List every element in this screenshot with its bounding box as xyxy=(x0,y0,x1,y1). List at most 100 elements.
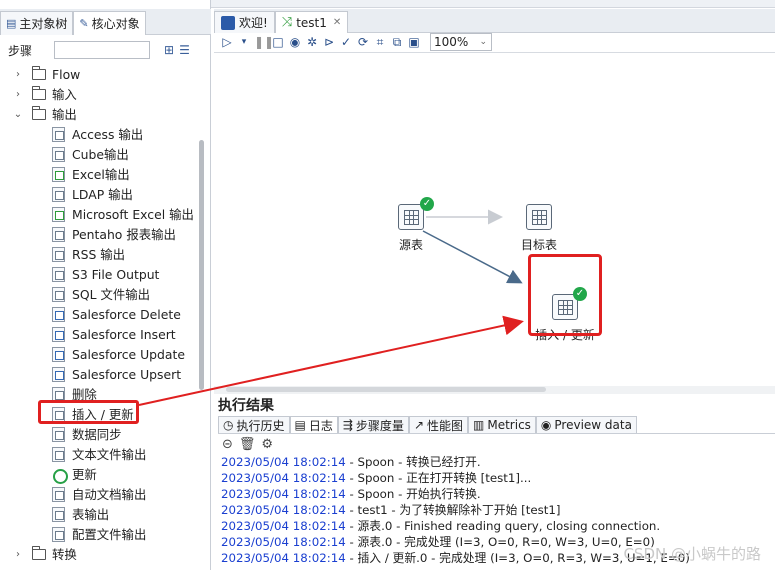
run-icon[interactable]: ▷ xyxy=(220,35,234,49)
log-timestamp: 2023/05/04 18:02:14 xyxy=(221,455,346,469)
report-icon xyxy=(52,226,65,242)
tab-welcome[interactable]: 欢迎! xyxy=(214,11,275,33)
excel-icon xyxy=(52,166,65,182)
tab-preview-data[interactable]: ◉ Preview data xyxy=(535,416,637,433)
salesforce-icon xyxy=(52,366,65,382)
impact-icon[interactable]: ⟳ xyxy=(356,35,370,49)
tree-step-table-output[interactable]: 表输出 xyxy=(0,504,200,524)
step-label: S3 File Output xyxy=(72,266,160,282)
expand-all-icon[interactable]: ☰ xyxy=(179,43,190,57)
chevron-right-icon[interactable]: › xyxy=(12,69,24,80)
log-message: - Spoon - 正在打开转换 [test1]... xyxy=(345,471,532,485)
trash-icon[interactable]: 🗑 xyxy=(239,437,256,452)
tab-step-metrics[interactable]: ⇶ 步骤度量 xyxy=(337,416,409,433)
tree-step-sql-file-output[interactable]: SQL 文件输出 xyxy=(0,284,200,304)
tree-step-ldap-output[interactable]: LDAP 输出 xyxy=(0,184,200,204)
run-dropdown-icon[interactable]: ▾ xyxy=(237,35,251,49)
tree-step-pentaho-report-output[interactable]: Pentaho 报表输出 xyxy=(0,224,200,244)
tab-performance-graph[interactable]: ↗ 性能图 xyxy=(408,416,469,433)
tree-step-salesforce-upsert[interactable]: Salesforce Upsert xyxy=(0,364,200,384)
table-output-icon xyxy=(526,204,552,230)
tab-log[interactable]: ▤ 日志 xyxy=(289,416,338,433)
history-icon: ◷ xyxy=(223,418,234,432)
s3-icon xyxy=(52,266,65,282)
steps-search-input[interactable] xyxy=(54,41,150,59)
tab-main-object-tree[interactable]: ▤ 主对象树 xyxy=(0,11,74,35)
log-message: - 源表.0 - Finished reading query, closing… xyxy=(345,519,661,533)
tree-step-auto-doc-output[interactable]: 自动文档输出 xyxy=(0,484,200,504)
tree-step-update[interactable]: 更新 xyxy=(0,464,200,484)
tab-test1[interactable]: ⤨ test1 ✕ xyxy=(274,11,349,33)
tree-step-salesforce-delete[interactable]: Salesforce Delete xyxy=(0,304,200,324)
tree-folder-transform[interactable]: › 转换 xyxy=(0,544,200,564)
settings-icon[interactable]: ⚙ xyxy=(261,437,273,452)
node-source-table[interactable]: 源表 xyxy=(394,204,428,253)
log-message: - 源表.0 - 完成处理 (I=3, O=0, R=0, W=3, U=0, … xyxy=(345,535,655,549)
chevron-right-icon[interactable]: › xyxy=(12,549,24,560)
close-icon[interactable]: ✕ xyxy=(333,17,341,28)
step-label: Microsoft Excel 输出 xyxy=(72,207,194,222)
rss-icon xyxy=(52,246,65,262)
log-timestamp: 2023/05/04 18:02:14 xyxy=(221,519,346,533)
tab-label: 性能图 xyxy=(427,418,464,433)
highlight-insert-update-step xyxy=(38,400,139,424)
tree-step-ms-excel-output[interactable]: Microsoft Excel 输出 xyxy=(0,204,200,224)
collapse-icon[interactable]: ⊝ xyxy=(222,437,233,452)
document-icon xyxy=(52,486,65,502)
tree-step-salesforce-update[interactable]: Salesforce Update xyxy=(0,344,200,364)
step-label: Salesforce Insert xyxy=(72,326,176,342)
replay-icon[interactable]: ⊳ xyxy=(322,35,336,49)
highlight-insert-update-node xyxy=(528,254,602,336)
verify-icon[interactable]: ✓ xyxy=(339,35,353,49)
explore-db-icon[interactable]: ⧉ xyxy=(390,35,404,49)
canvas-horizontal-scrollbar[interactable] xyxy=(214,386,775,394)
data-sync-icon xyxy=(52,426,65,442)
step-label: 文本文件输出 xyxy=(72,447,147,462)
preview-icon[interactable]: ◉ xyxy=(288,35,302,49)
tab-label: 步骤度量 xyxy=(355,418,404,433)
tree-scrollbar[interactable] xyxy=(199,140,204,390)
tree-step-cube-output[interactable]: Cube输出 xyxy=(0,144,200,164)
log-line: 2023/05/04 18:02:14 - Spoon - 转换已经打开. xyxy=(221,454,775,470)
debug-icon[interactable]: ✲ xyxy=(305,35,319,49)
show-results-icon[interactable]: ▣ xyxy=(407,35,421,49)
sql-icon[interactable]: ⌗ xyxy=(373,35,387,49)
tab-metrics[interactable]: ▥ Metrics xyxy=(468,416,536,433)
table-input-icon xyxy=(398,204,424,230)
tab-label: 核心对象 xyxy=(91,17,140,31)
tab-execution-history[interactable]: ◷ 执行历史 xyxy=(218,416,290,433)
config-file-icon xyxy=(52,526,65,542)
tree-icon: ▤ xyxy=(6,17,17,30)
spoon-logo-icon xyxy=(221,15,235,30)
success-check-icon: ✓ xyxy=(420,197,434,211)
transformation-canvas[interactable] xyxy=(214,52,775,388)
zoom-select[interactable]: 100% ⌄ xyxy=(430,33,492,51)
tree-step-config-file-output[interactable]: 配置文件输出 xyxy=(0,524,200,544)
step-label: Excel输出 xyxy=(72,167,130,182)
log-timestamp: 2023/05/04 18:02:14 xyxy=(221,487,346,501)
stop-icon[interactable]: □ xyxy=(271,35,285,49)
tab-core-objects[interactable]: ✎ 核心对象 xyxy=(73,11,146,35)
left-panel: ▤ 主对象树 ✎ 核心对象 步骤 ⊞ ☰ › Flow › 输入 ⌄ 输出 Ac… xyxy=(0,0,211,570)
tree-folder-output[interactable]: ⌄ 输出 xyxy=(0,104,200,124)
pause-icon[interactable]: ❚❚ xyxy=(254,35,274,49)
editor-area: 欢迎! ⤨ test1 ✕ ▷ ▾ ❚❚ □ ◉ ✲ ⊳ ✓ ⟳ ⌗ ⧉ ▣ 1… xyxy=(214,0,775,570)
tree-step-text-file-output[interactable]: 文本文件输出 xyxy=(0,444,200,464)
chevron-right-icon[interactable]: › xyxy=(12,89,24,100)
tree-step-rss-output[interactable]: RSS 输出 xyxy=(0,244,200,264)
folder-icon xyxy=(32,85,46,100)
log-message: - test1 - 为了转换解除补丁开始 [test1] xyxy=(345,503,561,517)
tree-step-access-output[interactable]: Access 输出 xyxy=(0,124,200,144)
tree-step-s3-file-output[interactable]: S3 File Output xyxy=(0,264,200,284)
collapse-all-icon[interactable]: ⊞ xyxy=(164,43,174,57)
tree-folder-flow[interactable]: › Flow xyxy=(0,64,200,84)
chevron-down-icon[interactable]: ⌄ xyxy=(12,109,24,120)
tree-folder-label: Flow xyxy=(52,66,81,82)
log-line: 2023/05/04 18:02:14 - 源表.0 - Finished re… xyxy=(221,518,775,534)
results-title: 执行结果 xyxy=(218,398,274,414)
node-target-table[interactable]: 目标表 xyxy=(516,204,562,253)
tree-folder-input[interactable]: › 输入 xyxy=(0,84,200,104)
tree-step-data-sync[interactable]: 数据同步 xyxy=(0,424,200,444)
tree-step-salesforce-insert[interactable]: Salesforce Insert xyxy=(0,324,200,344)
tree-step-excel-output[interactable]: Excel输出 xyxy=(0,164,200,184)
